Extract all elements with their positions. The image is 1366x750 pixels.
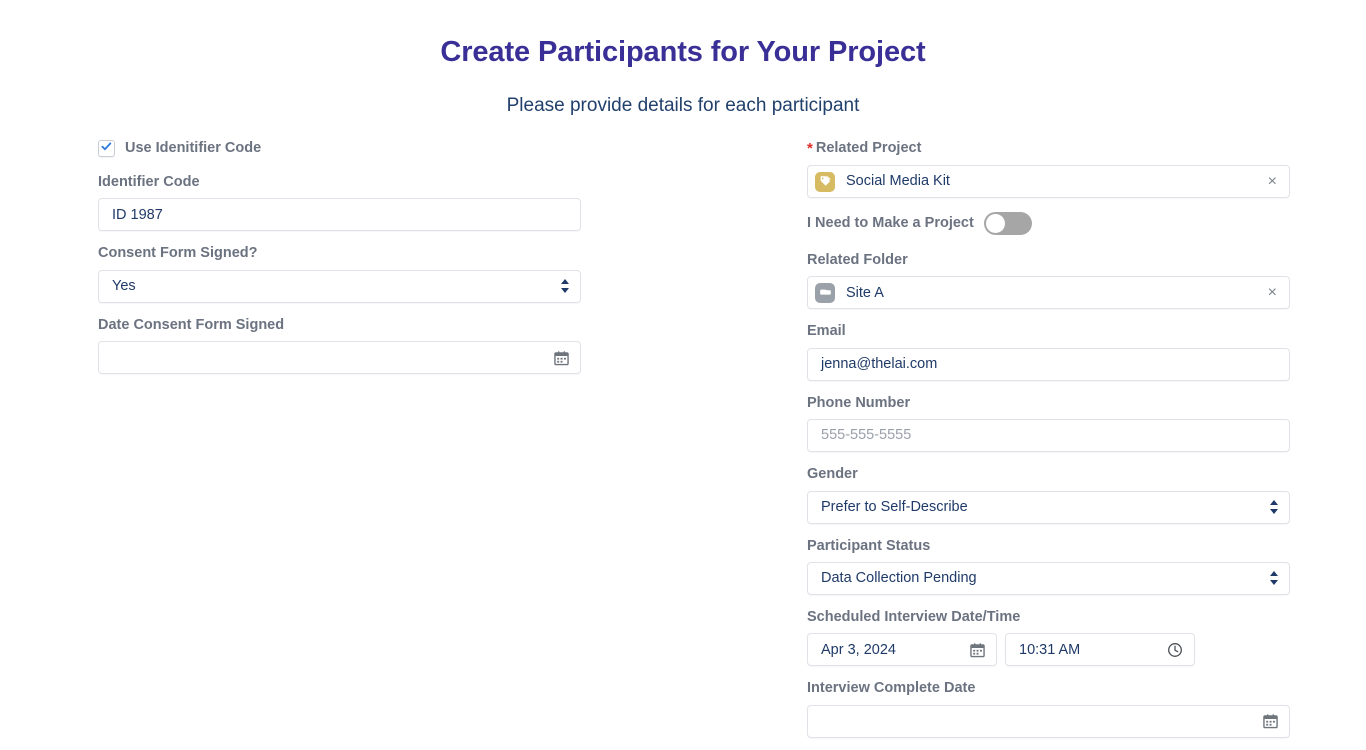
related-folder-field: Related Folder Site A ×	[807, 250, 1290, 310]
page-title: Create Participants for Your Project	[440, 36, 926, 68]
use-identifier-code-row[interactable]: Use Idenitifier Code	[98, 138, 581, 158]
participant-status-label: Participant Status	[807, 537, 931, 554]
related-project-label-text: Related Project	[815, 140, 922, 156]
consent-form-signed-field: Consent Form Signed? Yes	[98, 243, 581, 303]
scheduled-interview-time-input[interactable]: 10:31 AM	[1005, 633, 1195, 667]
phone-number-placeholder: 555-555-5555	[821, 428, 912, 443]
chevron-up-icon	[561, 279, 569, 285]
gender-select[interactable]: Prefer to Self-Describe	[807, 490, 1290, 524]
scheduled-interview-field: Scheduled Interview Date/Time Apr 3, 202…	[807, 607, 1290, 667]
scheduled-interview-time-value: 10:31 AM	[1019, 642, 1081, 658]
folder-icon	[815, 282, 835, 303]
gender-label: Gender	[807, 466, 858, 483]
email-field: Email jenna@thelai.com	[807, 321, 1290, 381]
clock-glyph	[1168, 642, 1182, 657]
date-consent-form-signed-input[interactable]	[98, 341, 581, 375]
interview-complete-date-label: Interview Complete Date	[807, 680, 976, 697]
scheduled-interview-date-value: Apr 3, 2024	[821, 642, 896, 658]
need-to-make-project-row: I Need to Make a Project	[807, 210, 1290, 236]
consent-form-signed-select[interactable]: Yes	[98, 269, 581, 303]
check-icon	[101, 141, 112, 150]
related-project-input[interactable]: Social Media Kit ×	[807, 165, 1290, 198]
close-icon[interactable]: ×	[1268, 173, 1277, 190]
clock-icon[interactable]	[1167, 642, 1183, 658]
stepper-arrows-icon[interactable]	[1270, 500, 1278, 515]
phone-number-input[interactable]: 555-555-5555	[807, 419, 1290, 453]
related-folder-input[interactable]: Site A ×	[807, 276, 1290, 310]
gender-field: Gender Prefer to Self-Describe	[807, 464, 1290, 524]
tags-glyph	[820, 176, 831, 186]
scheduled-interview-date-input[interactable]: Apr 3, 2024	[807, 633, 997, 667]
consent-form-signed-value: Yes	[112, 279, 136, 294]
calendar-glyph	[970, 643, 985, 658]
date-consent-form-signed-field: Date Consent Form Signed	[98, 315, 581, 375]
email-label: Email	[807, 323, 846, 340]
phone-number-field: Phone Number 555-555-5555	[807, 393, 1290, 453]
chevron-up-icon	[1270, 500, 1278, 506]
use-identifier-code-checkbox[interactable]	[98, 139, 115, 157]
consent-form-signed-label: Consent Form Signed?	[98, 245, 258, 262]
need-to-make-project-label: I Need to Make a Project	[807, 214, 974, 231]
chevron-down-icon	[1270, 580, 1278, 586]
participant-status-field: Participant Status Data Collection Pendi…	[807, 536, 1290, 595]
right-form-column: * Related Project Social Media Kit × I N…	[807, 138, 1290, 750]
identifier-code-label: Identifier Code	[98, 174, 200, 190]
left-form-column: Use Idenitifier Code Identifier Code ID …	[98, 138, 581, 386]
stepper-arrows-icon[interactable]	[1270, 571, 1278, 586]
chevron-down-icon	[561, 288, 569, 294]
scheduled-interview-row: Apr 3, 2024 10:31 AM	[807, 633, 1290, 667]
chevron-up-icon	[1270, 571, 1278, 577]
identifier-code-value: ID 1987	[112, 207, 163, 223]
tags-icon	[815, 171, 835, 192]
create-participants-page: Create Participants for Your Project Ple…	[0, 0, 1366, 738]
participant-status-select[interactable]: Data Collection Pending	[807, 561, 1290, 595]
identifier-code-field: Identifier Code ID 1987	[98, 172, 581, 232]
calendar-icon[interactable]	[554, 350, 569, 365]
use-identifier-code-label: Use Idenitifier Code	[125, 139, 262, 156]
phone-number-label: Phone Number	[807, 394, 911, 411]
date-consent-form-signed-label: Date Consent Form Signed	[98, 316, 285, 333]
folder-glyph	[819, 289, 831, 296]
interview-complete-date-input[interactable]	[807, 704, 1290, 738]
scheduled-interview-label: Scheduled Interview Date/Time	[807, 608, 1021, 625]
close-icon[interactable]: ×	[1268, 284, 1277, 301]
related-project-value: Social Media Kit	[846, 173, 950, 190]
need-to-make-project-toggle[interactable]	[983, 211, 1032, 235]
toggle-knob	[985, 213, 1005, 233]
interview-complete-date-field: Interview Complete Date	[807, 678, 1290, 738]
required-asterisk: *	[807, 140, 813, 157]
related-folder-label: Related Folder	[807, 252, 908, 268]
related-project-field: * Related Project Social Media Kit ×	[807, 138, 1290, 198]
related-folder-value: Site A	[846, 284, 884, 301]
page-subtitle: Please provide details for each particip…	[506, 94, 860, 116]
participant-status-value: Data Collection Pending	[821, 571, 977, 586]
gender-value: Prefer to Self-Describe	[821, 499, 968, 515]
calendar-icon[interactable]	[1263, 714, 1278, 729]
related-project-label: * Related Project	[807, 138, 1290, 165]
email-value: jenna@thelai.com	[821, 357, 938, 372]
stepper-arrows-icon[interactable]	[561, 279, 569, 294]
calendar-glyph	[1263, 714, 1278, 729]
email-input[interactable]: jenna@thelai.com	[807, 347, 1290, 381]
calendar-icon[interactable]	[970, 642, 985, 658]
calendar-glyph	[554, 350, 569, 365]
chevron-down-icon	[1270, 509, 1278, 515]
page-header: Create Participants for Your Project Ple…	[0, 0, 1366, 118]
identifier-code-input[interactable]: ID 1987	[98, 198, 581, 232]
